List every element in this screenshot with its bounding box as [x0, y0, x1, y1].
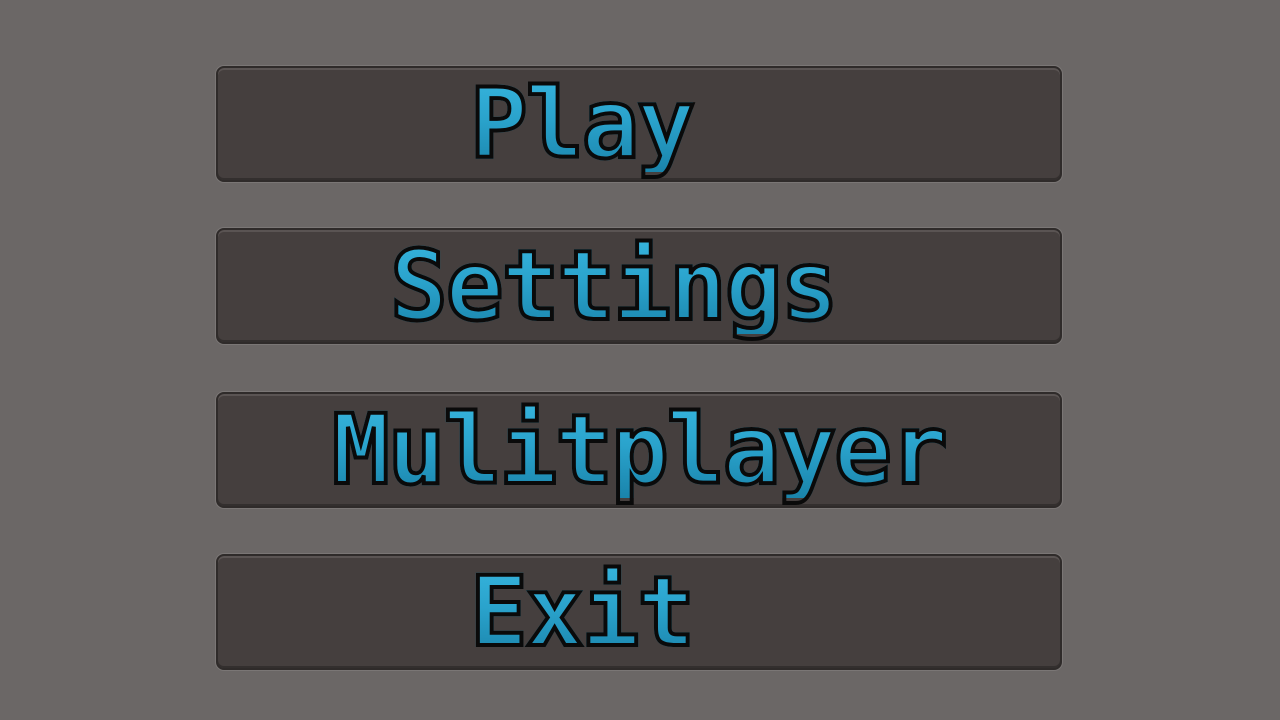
- settings-button-label: Settings: [388, 230, 840, 342]
- settings-button[interactable]: Settings: [216, 228, 1062, 344]
- play-button-label: Play: [468, 68, 697, 180]
- play-button[interactable]: Play: [216, 66, 1062, 182]
- multiplayer-button[interactable]: Mulitplayer: [216, 392, 1062, 508]
- exit-button-label: Exit: [468, 556, 697, 668]
- exit-button[interactable]: Exit: [216, 554, 1062, 670]
- main-menu: Play Settings Mulitplayer Exit: [0, 0, 1280, 720]
- multiplayer-button-label: Mulitplayer: [330, 394, 950, 506]
